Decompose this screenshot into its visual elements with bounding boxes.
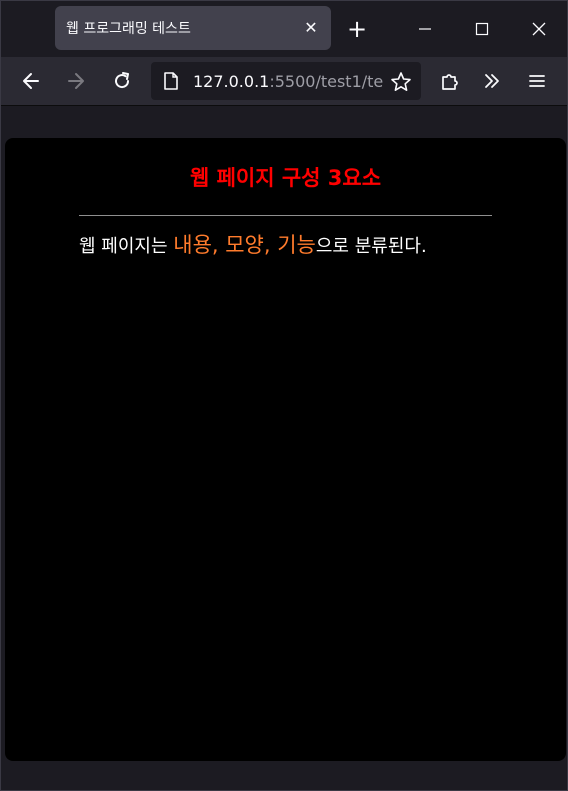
close-window-button[interactable] <box>519 11 559 47</box>
address-bar[interactable]: 127.0.0.1:5500/test1/test1.html <box>151 62 421 100</box>
forward-icon <box>68 73 84 89</box>
back-button[interactable] <box>15 65 47 97</box>
url-text: 127.0.0.1:5500/test1/test1.html <box>193 72 383 92</box>
extensions-icon <box>442 74 458 90</box>
tab-strip: 웹 프로그래밍 테스트 ✕ + <box>1 1 567 57</box>
app-menu-button[interactable] <box>521 65 553 97</box>
new-tab-button[interactable]: + <box>343 15 371 43</box>
tab-active[interactable]: 웹 프로그래밍 테스트 ✕ <box>55 6 331 50</box>
extensions-button[interactable] <box>434 65 466 97</box>
overflow-icon <box>485 74 499 88</box>
maximize-icon <box>475 22 489 36</box>
forward-button[interactable] <box>60 65 92 97</box>
bookmark-button[interactable] <box>387 68 415 96</box>
nav-toolbar: 127.0.0.1:5500/test1/test1.html <box>1 57 567 105</box>
minimize-button[interactable] <box>405 11 445 47</box>
page-icon <box>164 72 178 90</box>
desc-text-after: 으로 분류된다. <box>315 236 427 257</box>
url-path: :5500/test1/test1.html <box>269 72 383 91</box>
bookmark-star-icon <box>391 72 411 91</box>
description-paragraph: 웹 페이지는 내용, 모양, 기능으로 분류된다. <box>79 230 492 262</box>
menu-icon <box>529 75 545 87</box>
page-content: 웹 페이지 구성 3요소 웹 페이지는 내용, 모양, 기능으로 분류된다. <box>5 138 566 761</box>
url-host: 127.0.0.1 <box>193 72 270 91</box>
toolbar-divider <box>1 105 567 106</box>
reload-button[interactable] <box>106 65 138 97</box>
desc-text-before: 웹 페이지는 <box>79 236 174 257</box>
close-window-icon <box>532 22 546 36</box>
minimize-icon <box>419 28 431 30</box>
overflow-button[interactable] <box>476 65 508 97</box>
horizontal-rule <box>79 215 492 216</box>
reload-icon <box>115 72 130 89</box>
tab-close-icon[interactable]: ✕ <box>301 18 321 38</box>
page-heading: 웹 페이지 구성 3요소 <box>189 166 382 190</box>
back-icon <box>23 73 39 89</box>
desc-highlight: 내용, 모양, 기능 <box>173 233 316 257</box>
tab-title: 웹 프로그래밍 테스트 <box>66 21 191 37</box>
maximize-button[interactable] <box>462 11 502 47</box>
browser-window: 웹 프로그래밍 테스트 ✕ + 127.0.0.1:5500/test1/te … <box>0 0 568 791</box>
